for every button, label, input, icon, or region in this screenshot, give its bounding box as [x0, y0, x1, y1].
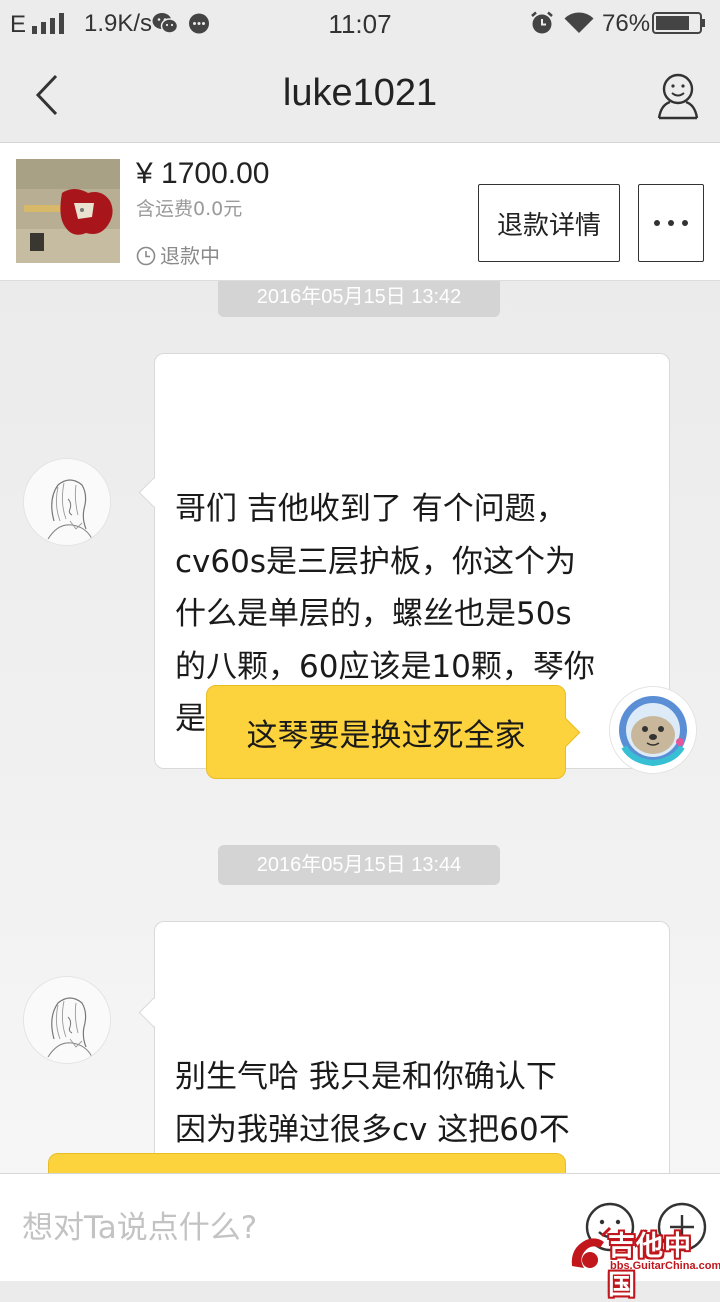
- sketch-portrait-icon: [24, 459, 110, 545]
- chat-header: luke1021: [0, 48, 720, 143]
- battery-percentage: 76%: [602, 10, 651, 37]
- chat-partner-name: luke1021: [282, 72, 438, 114]
- outgoing-message-bubble[interactable]: 这琴要是换过死全家: [206, 685, 581, 779]
- order-summary-card[interactable]: ¥ 1700.00 含运费0.0元 退款中 退款详情: [0, 143, 720, 281]
- outgoing-message-bubble-partial[interactable]: [48, 1153, 566, 1173]
- incoming-message-bubble[interactable]: 别生气哈 我只是和你确认下 因为我弹过很多cv 这把60不 一样 你是哪儿买的: [138, 921, 670, 1173]
- user-profile-icon[interactable]: [656, 72, 700, 120]
- bubble-tail: [138, 997, 169, 1028]
- more-options-button[interactable]: [638, 184, 704, 262]
- watermark-url: bbs.GuitarChina.com: [610, 1260, 720, 1272]
- status-bar: E 1.9K/s 11:07 76%: [0, 0, 720, 48]
- contact-avatar[interactable]: [24, 977, 110, 1063]
- message-timestamp: 2016年05月15日 13:44: [218, 845, 500, 885]
- chat-message-list[interactable]: 2016年05月15日 13:42 哥们 吉他收到了 有个问题， cv60s是三…: [0, 281, 720, 1173]
- wifi-icon: [564, 12, 594, 33]
- guitar-image-icon: [16, 159, 120, 263]
- shipping-fee-note: 含运费0.0元: [136, 198, 243, 220]
- order-price: ¥ 1700.00: [136, 157, 270, 190]
- battery-icon: [652, 12, 705, 34]
- message-timestamp: 2016年05月15日 13:42: [218, 281, 500, 317]
- contact-avatar[interactable]: [24, 459, 110, 545]
- message-input[interactable]: [20, 1200, 564, 1256]
- sketch-portrait-icon: [24, 977, 110, 1063]
- refund-details-button[interactable]: 退款详情: [478, 184, 620, 262]
- refund-status-label: 退款中: [160, 244, 220, 268]
- clock-icon: [136, 246, 156, 266]
- watermark-logo-icon: [571, 1226, 612, 1268]
- alarm-icon: [531, 11, 553, 34]
- site-watermark: 吉他中国 bbs.GuitarChina.com: [566, 1222, 720, 1301]
- seal-astronaut-avatar-icon: [610, 687, 696, 773]
- outgoing-message-text: 这琴要是换过死全家: [246, 717, 526, 754]
- bubble-tail: [138, 477, 169, 508]
- refund-status: 退款中: [136, 240, 220, 269]
- guitar-product-thumbnail[interactable]: [16, 159, 120, 263]
- more-dots-icon: [654, 220, 688, 226]
- my-avatar[interactable]: [610, 687, 696, 773]
